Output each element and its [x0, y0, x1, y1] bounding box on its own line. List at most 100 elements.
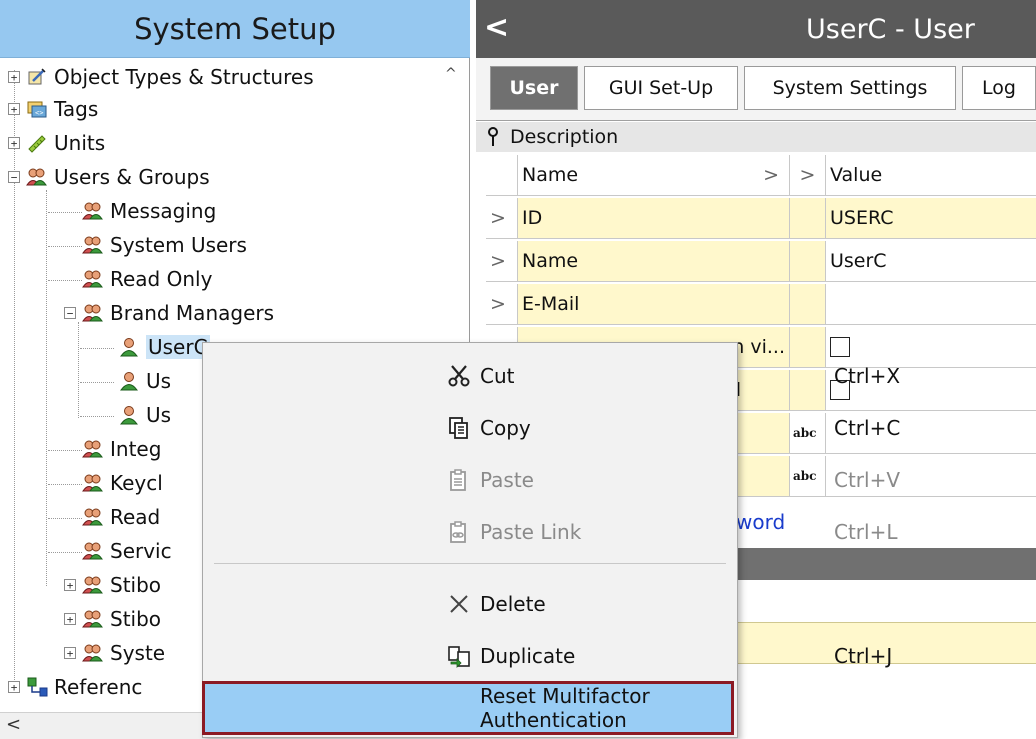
menu-item-delete[interactable]: Delete: [202, 578, 738, 630]
tree-item-units[interactable]: + Units: [8, 128, 105, 158]
tree-item-read-only[interactable]: Read Only: [82, 264, 212, 294]
menu-item-reset-mfa[interactable]: Reset Multifactor Authentication: [202, 682, 738, 734]
pin-icon[interactable]: [486, 127, 500, 147]
menu-label: Paste Link: [480, 520, 582, 544]
menu-item-cut[interactable]: Cut Ctrl+X: [202, 350, 900, 402]
field-name: ID: [518, 198, 790, 238]
field-value[interactable]: UserC: [826, 241, 1036, 281]
row-arrow-cell: [486, 155, 518, 195]
scroll-up-button[interactable]: ^: [445, 66, 461, 82]
back-icon[interactable]: <: [484, 10, 509, 45]
users-group-icon: [82, 234, 104, 256]
delete-x-icon: [446, 591, 472, 617]
field-type-cell: [790, 198, 826, 238]
tree-item-service[interactable]: Servic: [82, 536, 172, 566]
tab-user[interactable]: User: [490, 66, 578, 110]
tree-item-tags[interactable]: + <> Tags: [8, 94, 98, 124]
field-value[interactable]: USERC: [826, 198, 1036, 238]
users-group-icon: [82, 540, 104, 562]
tab-gui-setup[interactable]: GUI Set-Up: [584, 66, 738, 110]
reset-password-link[interactable]: word: [736, 510, 785, 534]
menu-label: Reset Multifactor Authentication: [480, 684, 650, 732]
expand-icon[interactable]: +: [8, 681, 20, 693]
tab-system-settings[interactable]: System Settings: [744, 66, 956, 110]
tree-item-label: Read: [110, 505, 161, 529]
tree-item-messaging[interactable]: Messaging: [82, 196, 216, 226]
collapse-icon[interactable]: −: [64, 307, 76, 319]
expand-icon[interactable]: +: [64, 613, 76, 625]
tree-item-read[interactable]: Read: [82, 502, 160, 532]
collapse-icon[interactable]: −: [8, 171, 20, 183]
tree-item-stibo[interactable]: + Stibo: [64, 570, 161, 600]
duplicate-icon: [446, 643, 472, 669]
scroll-left-button[interactable]: <: [6, 714, 21, 735]
column-header-value[interactable]: Value: [826, 155, 1036, 195]
row-expand-icon[interactable]: >: [486, 198, 518, 238]
tree-item-label: Syste: [110, 641, 166, 665]
tab-log[interactable]: Log: [962, 66, 1036, 110]
tree-item-label: Object Types & Structures: [54, 65, 314, 89]
tree-guide: [80, 382, 114, 383]
editor-title: UserC - User: [806, 14, 975, 45]
menu-label: Paste: [480, 468, 534, 492]
tree-item-object-types[interactable]: + Object Types & Structures: [8, 62, 314, 92]
tree-item-userc[interactable]: UserC: [118, 332, 210, 362]
menu-label: Duplicate: [480, 644, 576, 668]
tree-item-label: Messaging: [110, 199, 217, 223]
table-row[interactable]: > ID USERC: [486, 198, 1036, 239]
column-header-name[interactable]: Name >: [518, 155, 790, 195]
tree-item-reference[interactable]: + Referenc: [8, 672, 142, 702]
menu-item-copy[interactable]: Copy Ctrl+C: [202, 402, 900, 454]
section-header[interactable]: Description: [476, 122, 1036, 152]
user-icon: [118, 336, 140, 358]
users-group-icon: [82, 438, 104, 460]
menu-shortcut: Ctrl+L: [834, 520, 898, 544]
field-value[interactable]: [826, 327, 1036, 367]
expand-icon[interactable]: +: [64, 647, 76, 659]
user-icon: [118, 404, 140, 426]
tree-item-user[interactable]: Us: [118, 366, 171, 396]
tree-guide: [78, 322, 79, 418]
tree-item-label: System Users: [110, 233, 247, 257]
tree-item-keycloak[interactable]: Keycl: [82, 468, 163, 498]
scissors-icon: [446, 363, 472, 389]
tree-item-user[interactable]: Us: [118, 400, 171, 430]
tree-item-label: UserC: [146, 335, 210, 359]
tree-item-label: Tags: [54, 97, 99, 121]
row-expand-icon[interactable]: >: [486, 241, 518, 281]
expand-icon[interactable]: +: [64, 579, 76, 591]
menu-label: Delete: [480, 592, 546, 616]
menu-label: Copy: [480, 416, 531, 440]
field-type-cell: [790, 241, 826, 281]
users-group-icon: [26, 166, 48, 188]
field-name: E-Mail: [518, 284, 790, 324]
expand-icon[interactable]: +: [8, 71, 20, 83]
tree-item-label: Integ: [110, 437, 162, 461]
field-value[interactable]: [826, 284, 1036, 324]
tree-item-brand-managers[interactable]: − Brand Managers: [64, 298, 274, 328]
column-arrow-icon[interactable]: >: [790, 155, 826, 195]
tree-item-system[interactable]: + Syste: [64, 638, 165, 668]
tree-item-integration[interactable]: Integ: [82, 434, 161, 464]
menu-shortcut: Ctrl+V: [834, 468, 901, 492]
tree-item-users-groups[interactable]: − Users & Groups: [8, 162, 210, 192]
text-type-icon: abc: [790, 413, 826, 453]
table-row[interactable]: > Name UserC: [486, 241, 1036, 282]
checkbox[interactable]: [830, 337, 850, 357]
menu-item-paste[interactable]: Paste Ctrl+V: [202, 454, 900, 506]
paste-icon: [446, 467, 472, 493]
tree-item-system-users[interactable]: System Users: [82, 230, 247, 260]
menu-item-duplicate[interactable]: Duplicate Ctrl+J: [202, 630, 892, 682]
column-header-label: Name: [522, 164, 579, 186]
tree-guide: [48, 246, 82, 247]
tree-item-stibo[interactable]: + Stibo: [64, 604, 161, 634]
user-icon: [118, 370, 140, 392]
row-expand-icon[interactable]: >: [486, 284, 518, 324]
menu-item-paste-link[interactable]: Paste Link Ctrl+L: [202, 506, 898, 558]
menu-shortcut: Ctrl+X: [834, 364, 901, 388]
expand-icon[interactable]: +: [8, 137, 20, 149]
expand-icon[interactable]: +: [8, 103, 20, 115]
table-row[interactable]: > E-Mail: [486, 284, 1036, 325]
ruler-icon: [26, 132, 48, 154]
users-group-icon: [82, 200, 104, 222]
